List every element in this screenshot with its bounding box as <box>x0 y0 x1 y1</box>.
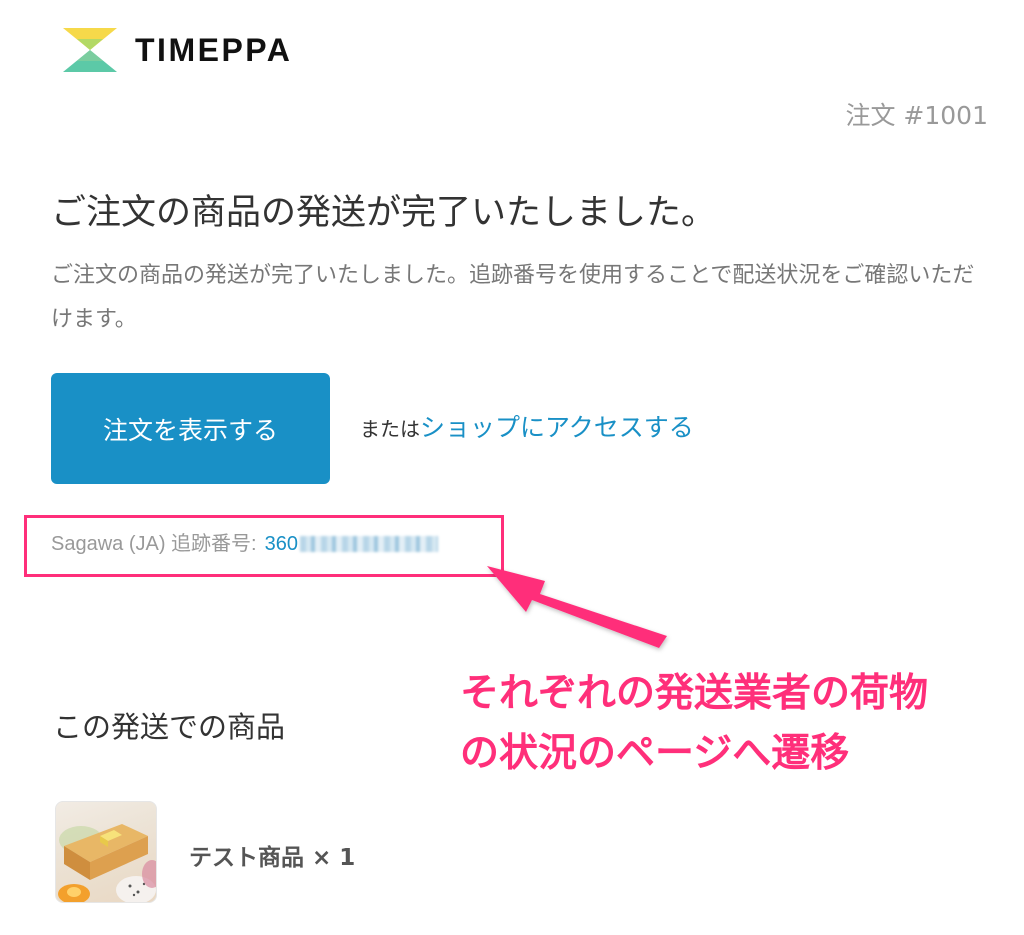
toast-image-icon <box>58 824 156 902</box>
product-quantity: × 1 <box>312 845 356 871</box>
items-section-title: この発送での商品 <box>53 710 286 744</box>
annotation-callout: それぞれの発送業者の荷物 の状況のページへ遷移 <box>460 664 980 784</box>
annotation-line-1: それぞれの発送業者の荷物 <box>460 671 929 716</box>
product-name: テスト商品 <box>189 845 304 871</box>
annotation-arrow-icon <box>487 566 667 648</box>
product-thumbnail <box>55 801 157 903</box>
product-line-item: テスト商品 × 1 <box>189 838 355 872</box>
annotation-line-2: の状況のページへ遷移 <box>460 731 850 776</box>
